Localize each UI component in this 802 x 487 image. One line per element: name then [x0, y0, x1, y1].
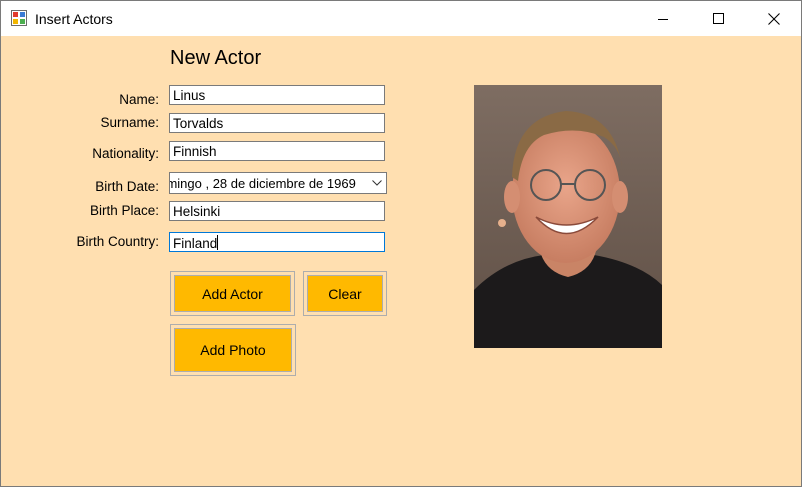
birth-country-label: Birth Country: — [76, 234, 159, 249]
birth-date-label: Birth Date: — [95, 179, 159, 194]
add-actor-button[interactable]: Add Actor — [170, 271, 295, 316]
maximize-button[interactable] — [695, 1, 741, 36]
close-button[interactable] — [751, 1, 797, 36]
birth-date-value: domingo , 28 de diciembre de 1969 — [169, 176, 356, 191]
app-icon — [11, 10, 27, 26]
chevron-down-icon[interactable] — [368, 173, 386, 193]
close-icon — [768, 12, 780, 25]
minimize-icon — [658, 18, 668, 20]
insert-actors-window: Insert Actors New Actor Name: Linus Surn… — [0, 0, 802, 487]
birth-place-field[interactable]: Helsinki — [169, 201, 385, 221]
surname-value: Torvalds — [173, 116, 224, 131]
name-field[interactable]: Linus — [169, 85, 385, 105]
nationality-label: Nationality: — [92, 146, 159, 161]
nationality-value: Finnish — [173, 144, 217, 159]
add-photo-button[interactable]: Add Photo — [170, 324, 296, 376]
minimize-button[interactable] — [640, 1, 686, 36]
name-value: Linus — [173, 88, 206, 103]
birth-country-value: Finland — [173, 235, 219, 251]
title-bar[interactable]: Insert Actors — [1, 1, 801, 36]
birth-country-field[interactable]: Finland — [169, 232, 385, 252]
birth-place-label: Birth Place: — [89, 203, 159, 218]
page-title: New Actor — [170, 47, 262, 69]
name-label: Name: — [119, 92, 159, 107]
maximize-icon — [712, 13, 724, 24]
surname-label: Surname: — [100, 115, 159, 130]
text-caret — [217, 235, 219, 250]
birth-date-picker[interactable]: domingo , 28 de diciembre de 1969 — [169, 172, 387, 194]
nationality-field[interactable]: Finnish — [169, 141, 385, 161]
clear-button[interactable]: Clear — [303, 271, 387, 316]
actor-photo — [474, 85, 662, 348]
window-title: Insert Actors — [35, 11, 113, 27]
birth-place-value: Helsinki — [173, 204, 221, 219]
surname-field[interactable]: Torvalds — [169, 113, 385, 133]
